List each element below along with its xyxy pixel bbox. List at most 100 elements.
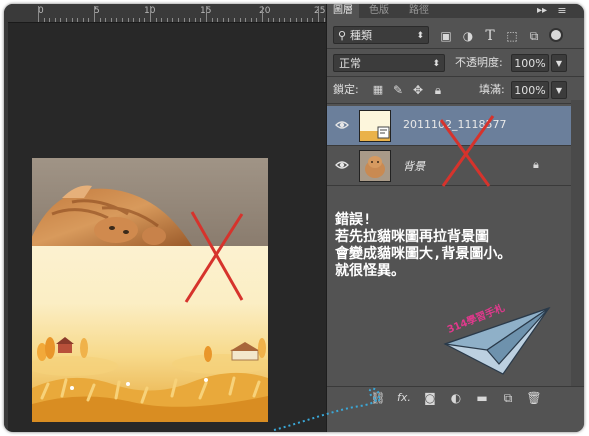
ruler-tick [60,18,62,22]
ruler-tick [183,18,185,22]
annotation-line: 就很怪異。 [335,263,405,279]
ruler-tick [217,18,219,22]
tab-paths[interactable]: 路徑 [403,4,435,18]
ruler-label: 25 [314,6,326,16]
ruler-tick [284,18,286,22]
chevron-updown-icon: ⬍ [416,31,424,41]
ruler-tick [295,18,297,22]
blend-mode-value: 正常 [339,57,361,70]
chevron-updown-icon: ⬍ [432,59,440,69]
layer-name[interactable]: 背景 [403,158,425,174]
ruler-tick [312,18,314,22]
ruler-tick [178,18,179,22]
ruler-tick [267,18,269,22]
ruler-tick [161,18,163,22]
fx-icon[interactable]: fx. [395,389,413,407]
ruler-tick [206,6,207,22]
ruler-tick [49,18,51,22]
ruler-tick [228,18,230,22]
link-layers-icon[interactable]: ⛓ [369,389,387,407]
vertical-ruler[interactable] [4,22,8,432]
annotation-line: 錯誤! [335,212,372,228]
filter-toggle-icon[interactable] [549,28,563,42]
fill-input[interactable]: 100% [511,81,549,99]
ruler-tick [138,18,140,22]
image-filter-icon[interactable]: ▣ [437,27,455,45]
ruler-tick [234,18,235,22]
lock-position-icon[interactable]: ✥ [409,81,427,99]
ruler-tick [144,18,146,22]
ruler-tick [38,6,39,22]
ruler-label: 20 [259,6,271,16]
ruler-tick [290,18,291,22]
type-filter-icon[interactable]: T [481,27,499,45]
ruler-tick [122,18,123,22]
opacity-dropdown-icon[interactable]: ▼ [551,54,567,72]
tab-layers[interactable]: 圖層 [327,4,359,18]
fill-label: 填滿: [479,83,505,96]
visibility-eye-icon[interactable] [335,118,349,132]
search-icon: ⚲ [338,29,347,42]
layer-mask-icon[interactable]: ◙ [421,389,439,407]
lock-transparent-icon[interactable]: ▦ [369,81,387,99]
ruler-tick [250,18,252,22]
ruler-tick [116,18,118,22]
layers-bottom-toolbar: ⛓ fx. ◙ ◐ ▬ ⧉ 🗑︎ [327,386,584,409]
ruler-tick [99,18,101,22]
photoshop-window: 0 5 10 15 20 25 [4,4,584,432]
ruler-tick [262,6,263,22]
error-x-mark [439,115,495,187]
ruler-tick [211,18,213,22]
panel-scrollbar[interactable] [571,100,584,386]
ruler-tick [318,6,319,22]
divider [327,103,584,104]
ruler-tick [273,18,275,22]
ruler-tick [66,18,67,22]
ruler-tick [155,18,157,22]
collapse-panel-icon[interactable]: ▸▸ [533,4,551,20]
adjustment-filter-icon[interactable]: ◑ [459,27,477,45]
ruler-tick [110,18,112,22]
new-layer-icon[interactable]: ⧉ [499,389,517,407]
ruler-tick [323,18,325,22]
layer-lock-icon: 🔒︎ [533,158,539,171]
ruler-tick [256,18,258,22]
panel-menu-icon[interactable]: ≡ [553,4,571,20]
panel-tabs: 圖層 色版 路徑 ▸▸ ≡ [327,4,584,18]
fill-dropdown-icon[interactable]: ▼ [551,81,567,99]
annotation-line: 若先拉貓咪圖再拉背景圖 [335,229,489,245]
annotation-line: 會變成貓咪圖大,背景圖小。 [335,246,512,262]
lock-all-icon[interactable]: 🔒︎ [429,81,447,99]
ruler-tick [301,18,303,22]
horizontal-ruler[interactable]: 0 5 10 15 20 25 [4,4,326,23]
ruler-tick [172,18,174,22]
shape-filter-icon[interactable]: ⬚ [503,27,521,45]
lock-image-icon[interactable]: ✎ [389,81,407,99]
ruler-tick [88,18,90,22]
layer-thumbnail [359,150,391,182]
adjustment-layer-icon[interactable]: ◐ [447,389,465,407]
layer-filter-select[interactable]: ⚲ 種類 ⬍ [333,26,429,44]
filter-kind-label: 種類 [350,29,372,42]
opacity-input[interactable]: 100% [511,54,549,72]
ruler-tick [43,18,45,22]
ruler-tick [54,18,56,22]
ruler-tick [77,18,79,22]
ruler-tick [166,18,168,22]
layer-thumbnail [359,110,391,142]
lock-label: 鎖定: [333,83,359,96]
ruler-tick [200,18,202,22]
tab-channels[interactable]: 色版 [363,4,395,18]
annotation-note: 錯誤! 若先拉貓咪圖再拉背景圖 會變成貓咪圖大,背景圖小。 就很怪異。 [335,212,511,280]
trash-icon[interactable]: 🗑︎ [525,389,543,407]
ruler-tick [105,18,107,22]
visibility-eye-icon[interactable] [335,158,349,172]
ruler-tick [94,6,95,22]
group-folder-icon[interactable]: ▬ [473,389,491,407]
ruler-tick [306,18,308,22]
blend-mode-select[interactable]: 正常 ⬍ [333,54,445,72]
smart-object-filter-icon[interactable]: ⧉ [525,27,543,45]
divider [327,48,584,49]
error-x-mark [184,211,244,303]
divider [327,76,584,77]
